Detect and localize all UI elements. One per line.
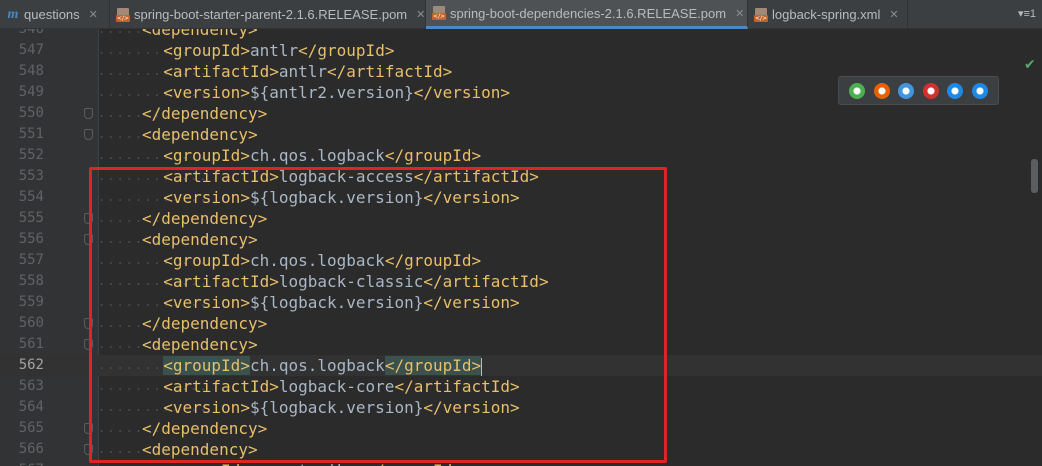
open-in-browser-toolbar <box>838 76 999 105</box>
xml-tag: </groupId> <box>384 146 482 165</box>
maven-m-icon: m <box>7 6 19 22</box>
tab-questions[interactable]: m questions ✕ <box>0 0 110 29</box>
xml-tag: <groupId> <box>163 146 250 165</box>
xml-tag: </artifactId> <box>327 62 453 81</box>
line-number: 567 <box>0 460 44 466</box>
line-number: 548 <box>18 63 44 79</box>
xml-value: ${antlr2.version} <box>249 83 414 102</box>
xml-tag: <dependency> <box>142 125 258 144</box>
line-number: 546 <box>18 29 44 37</box>
chrome-icon[interactable] <box>849 82 866 99</box>
xml-tag: <groupId> <box>163 41 250 60</box>
code-text: <groupId>ch.qos.logback</groupId> <box>163 145 481 166</box>
line-number: 551 <box>18 126 44 142</box>
close-icon[interactable]: ✕ <box>735 7 744 20</box>
line-number: 563 <box>18 378 44 394</box>
close-icon[interactable]: ✕ <box>889 8 898 21</box>
close-icon[interactable]: ✕ <box>89 8 98 21</box>
tab-label: logback-spring.xml <box>772 7 881 22</box>
line-number: 555 <box>18 210 44 226</box>
xml-tag: <dependency> <box>142 29 258 39</box>
line-number: 556 <box>18 231 44 247</box>
code-line[interactable]: 552............ <groupId>ch.qos.logback</… <box>0 145 1042 166</box>
code-text: <dependency> <box>142 29 258 40</box>
xml-value: antlr <box>278 62 328 81</box>
xml-file-icon: </> <box>116 7 130 22</box>
line-number: 562 <box>18 357 44 373</box>
editor-tab-bar: m questions ✕ </> spring-boot-starter-pa… <box>0 0 1042 29</box>
code-text: </dependency> <box>142 103 267 124</box>
code-line[interactable]: 546........ <dependency> <box>0 29 1042 40</box>
vertical-scrollbar-thumb[interactable] <box>1031 159 1038 193</box>
line-number: 553 <box>18 168 44 184</box>
firefox-icon[interactable] <box>873 82 890 99</box>
line-number: 559 <box>18 294 44 310</box>
xml-tag: </groupId> <box>298 41 395 60</box>
line-number: 560 <box>18 315 44 331</box>
code-line[interactable]: 547............ <groupId>antlr</groupId> <box>0 40 1042 61</box>
tab-label: spring-boot-dependencies-2.1.6.RELEASE.p… <box>450 5 727 21</box>
line-number: 549 <box>18 84 44 100</box>
xml-tag: </version> <box>413 83 511 102</box>
line-number: 565 <box>18 420 44 436</box>
tab-list-menu-icon[interactable]: ▾≡1 <box>1018 7 1036 20</box>
tab-logback-spring-xml[interactable]: </> logback-spring.xml ✕ <box>748 0 908 29</box>
line-number: 561 <box>18 336 44 352</box>
code-line[interactable]: 551........ <dependency> <box>0 124 1042 145</box>
fold-marker-icon[interactable] <box>84 129 93 140</box>
xml-tag: <artifactId> <box>163 62 279 81</box>
xml-tag: <version> <box>163 83 250 102</box>
tab-spring-boot-dependencies[interactable]: </> spring-boot-dependencies-2.1.6.RELEA… <box>426 0 748 29</box>
inspection-ok-check-icon[interactable]: ✔ <box>1024 57 1036 73</box>
code-text: <version>${antlr2.version}</version> <box>163 82 510 103</box>
safari-icon[interactable] <box>898 82 915 99</box>
ie-icon[interactable] <box>947 82 964 99</box>
xml-file-icon: </> <box>754 7 768 22</box>
opera-icon[interactable] <box>922 82 939 99</box>
tab-label: spring-boot-starter-parent-2.1.6.RELEASE… <box>134 7 408 22</box>
line-number: 550 <box>18 105 44 121</box>
annotation-highlight-box <box>89 167 667 463</box>
line-number: 557 <box>18 252 44 268</box>
line-number: 554 <box>18 189 44 205</box>
line-number: 558 <box>18 273 44 289</box>
close-icon[interactable]: ✕ <box>416 8 425 21</box>
line-number: 547 <box>18 42 44 58</box>
code-text: <groupId>antlr</groupId> <box>163 40 394 61</box>
code-text: <artifactId>antlr</artifactId> <box>163 61 452 82</box>
line-number: 566 <box>18 441 44 457</box>
code-editor[interactable]: 546........ <dependency> 547............ <g… <box>0 29 1042 466</box>
line-number: 564 <box>18 399 44 415</box>
xml-file-icon: </> <box>432 6 446 20</box>
xml-tag: </dependency> <box>142 104 268 123</box>
line-number: 552 <box>18 147 44 163</box>
edge-icon[interactable] <box>971 82 988 99</box>
xml-value: ch.qos.logback <box>249 146 385 165</box>
tab-spring-boot-starter-parent[interactable]: </> spring-boot-starter-parent-2.1.6.REL… <box>110 0 426 29</box>
tab-label: questions <box>24 7 80 22</box>
code-line[interactable]: 550........ </dependency> <box>0 103 1042 124</box>
fold-marker-icon[interactable] <box>84 108 93 119</box>
xml-value: antlr <box>249 41 299 60</box>
code-text: <dependency> <box>142 124 258 145</box>
